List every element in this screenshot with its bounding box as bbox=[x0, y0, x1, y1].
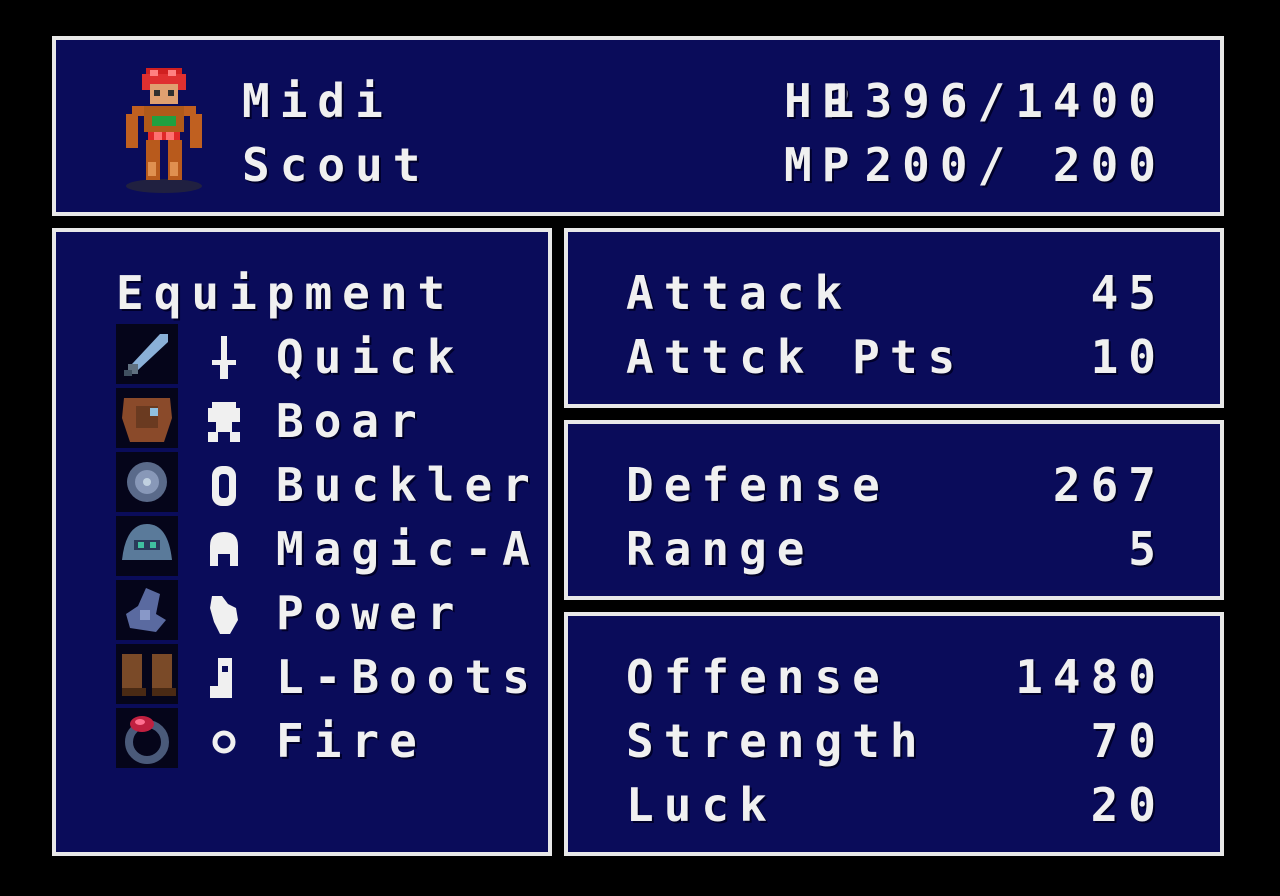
offense-value: 1480 bbox=[1015, 650, 1166, 704]
dagger-icon bbox=[206, 336, 242, 380]
attack-pts-value: 10 bbox=[1090, 330, 1166, 384]
armor-body-icon bbox=[206, 400, 242, 444]
fire-ring-icon[interactable] bbox=[116, 708, 178, 768]
strength-value: 70 bbox=[1090, 714, 1166, 768]
scout-sprite-icon bbox=[126, 68, 202, 193]
character-class: Scout bbox=[242, 138, 431, 192]
magic-helm-icon[interactable] bbox=[116, 516, 178, 576]
character-header-panel: Midi Scout HP 1396/1400 MP 200/ 200 bbox=[52, 36, 1224, 216]
equipment-title: Equipment bbox=[116, 266, 456, 320]
equipment-item-name[interactable]: Quick bbox=[276, 334, 464, 380]
defense-label: Defense bbox=[626, 458, 890, 512]
range-value: 5 bbox=[1128, 522, 1166, 576]
equipment-item-name[interactable]: Buckler bbox=[276, 462, 540, 508]
power-glove-icon[interactable] bbox=[116, 580, 178, 640]
equipment-item-name[interactable]: Boar bbox=[276, 398, 427, 444]
equipment-item-name[interactable]: L-Boots bbox=[276, 654, 540, 700]
luck-value: 20 bbox=[1090, 778, 1166, 832]
attack-value: 45 bbox=[1090, 266, 1166, 320]
equipment-item-name[interactable]: Magic-A bbox=[276, 526, 540, 572]
leather-boots-icon[interactable] bbox=[116, 644, 178, 704]
helmet-icon bbox=[206, 528, 242, 572]
mp-value: 200/ 200 bbox=[826, 138, 1166, 192]
gauntlet-icon bbox=[206, 592, 242, 636]
luck-label: Luck bbox=[626, 778, 777, 832]
boot-icon bbox=[206, 656, 242, 700]
character-portrait bbox=[122, 66, 206, 194]
hp-value: 1396/1400 bbox=[826, 74, 1166, 128]
equipment-panel: Equipment Quick Boar Buckler Magic-A Pow… bbox=[52, 228, 552, 856]
range-label: Range bbox=[626, 522, 815, 576]
equipment-item-name[interactable]: Power bbox=[276, 590, 464, 636]
attack-label: Attack bbox=[626, 266, 853, 320]
shield-icon bbox=[206, 464, 242, 508]
weapon-sword-icon[interactable] bbox=[116, 324, 178, 384]
attack-pts-label: Attck Pts bbox=[626, 330, 966, 384]
armor-leather-icon[interactable] bbox=[116, 388, 178, 448]
equipment-item-name[interactable]: Fire bbox=[276, 718, 427, 764]
defense-value: 267 bbox=[1052, 458, 1166, 512]
buckler-icon[interactable] bbox=[116, 452, 178, 512]
offense-label: Offense bbox=[626, 650, 890, 704]
character-name: Midi bbox=[242, 74, 393, 128]
strength-label: Strength bbox=[626, 714, 928, 768]
attack-stats-panel: Attack 45 Attck Pts 10 bbox=[564, 228, 1224, 408]
defense-stats-panel: Defense 267 Range 5 bbox=[564, 420, 1224, 600]
ring-icon bbox=[206, 720, 242, 764]
offense-stats-panel: Offense 1480 Strength 70 Luck 20 bbox=[564, 612, 1224, 856]
